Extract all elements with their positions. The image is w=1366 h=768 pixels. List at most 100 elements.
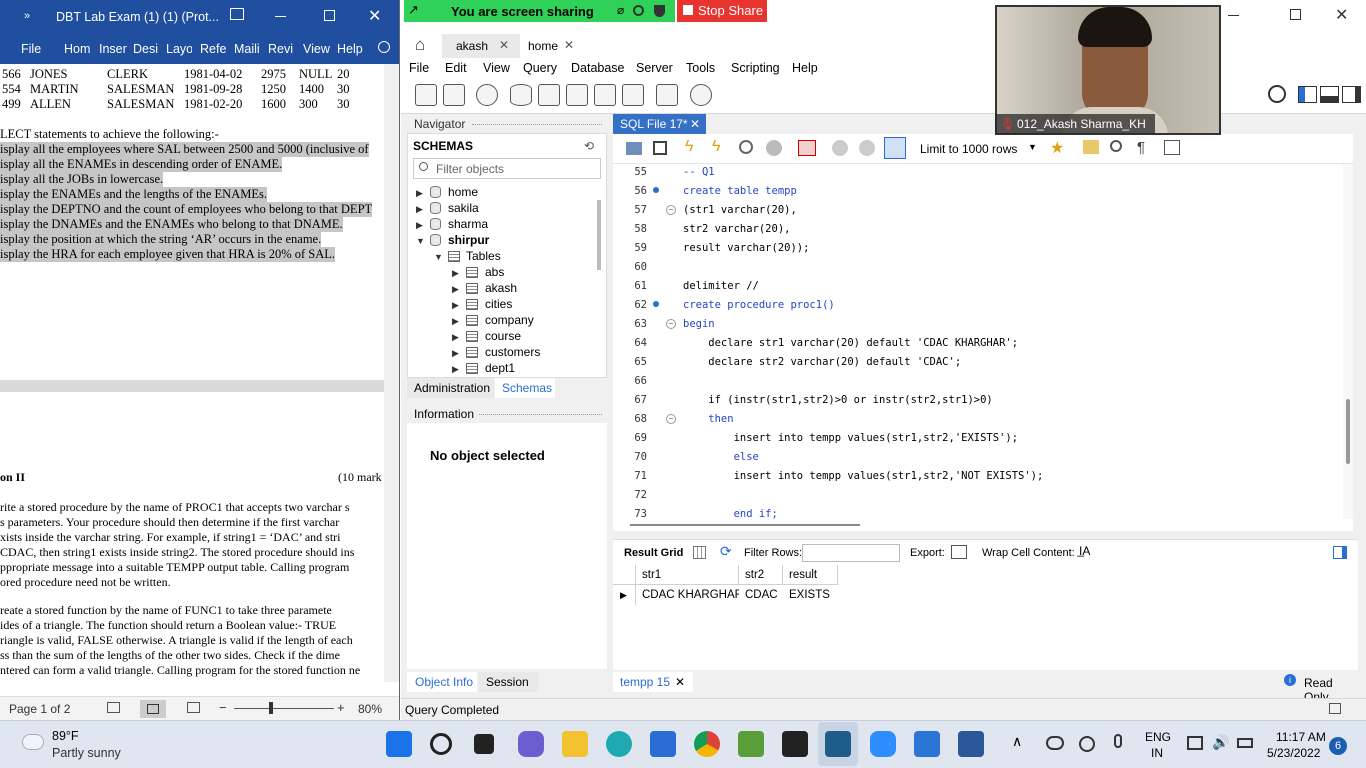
- clock-time[interactable]: 11:17 AM: [1276, 730, 1326, 744]
- scroll-thumb[interactable]: [630, 524, 860, 526]
- column-header[interactable]: result: [783, 565, 838, 585]
- new-sql-tab-icon[interactable]: [415, 84, 437, 106]
- home-icon[interactable]: ⌂: [415, 35, 425, 55]
- table-item[interactable]: dept1: [485, 361, 515, 375]
- weather-icon[interactable]: [22, 734, 44, 750]
- table-item[interactable]: company: [485, 313, 534, 327]
- expand-arrow-icon[interactable]: ▶: [452, 364, 459, 375]
- table-cell[interactable]: CDAC: [739, 585, 783, 605]
- toggle-sidebar-icon[interactable]: [1298, 86, 1317, 103]
- fold-icon[interactable]: −: [666, 205, 676, 215]
- expand-arrow-icon[interactable]: ▶: [452, 316, 459, 327]
- display-icon[interactable]: [1187, 736, 1203, 750]
- chart-app-icon[interactable]: [738, 731, 764, 757]
- create-schema-icon[interactable]: [510, 84, 532, 106]
- close-icon[interactable]: ✕: [564, 38, 574, 52]
- lightbulb-icon[interactable]: [378, 41, 390, 53]
- zoom-icon[interactable]: [870, 731, 896, 757]
- tables-node[interactable]: Tables: [466, 249, 501, 263]
- schema-item-sharma[interactable]: sharma: [448, 217, 488, 231]
- menu-query[interactable]: Query: [523, 61, 557, 75]
- refresh-icon[interactable]: ⟳: [720, 543, 732, 560]
- result-grid-label[interactable]: Result Grid: [624, 547, 683, 559]
- inspector-icon[interactable]: [476, 84, 498, 106]
- menu-database[interactable]: Database: [571, 61, 625, 75]
- schema-item-home[interactable]: home: [448, 185, 478, 199]
- word-maximize-button[interactable]: [324, 10, 335, 21]
- clock-date[interactable]: 5/23/2022: [1267, 746, 1320, 760]
- fold-icon[interactable]: −: [666, 319, 676, 329]
- add-snippet-icon[interactable]: ★: [1050, 138, 1064, 158]
- navigator-scrollbar[interactable]: [597, 200, 601, 270]
- close-icon[interactable]: ✕: [675, 675, 685, 689]
- wb-minimize-button[interactable]: [1228, 15, 1239, 16]
- search-icon[interactable]: [430, 733, 452, 755]
- grid-icon[interactable]: [693, 546, 706, 559]
- table-item[interactable]: akash: [485, 281, 517, 295]
- toggle-result-panel-icon[interactable]: [1333, 546, 1347, 559]
- invisible-chars-icon[interactable]: ¶: [1137, 139, 1145, 156]
- ribbon-tab-insert[interactable]: Inser: [99, 42, 127, 56]
- mysql-workbench-icon[interactable]: [825, 731, 851, 757]
- toggle-output-icon[interactable]: [1320, 86, 1339, 103]
- teams-chat-icon[interactable]: [518, 731, 544, 757]
- filter-rows-input[interactable]: [802, 544, 900, 562]
- rollback-icon[interactable]: [859, 140, 875, 156]
- explain-icon[interactable]: [739, 140, 753, 154]
- schema-item-shirpur[interactable]: shirpur: [448, 233, 489, 247]
- sql-editor[interactable]: 55 -- Q1 56 create table tempp 57 − (str…: [613, 164, 1343, 519]
- ribbon-tab-mailings[interactable]: Maili: [234, 42, 262, 56]
- menu-scripting[interactable]: Scripting: [731, 61, 780, 75]
- menu-help[interactable]: Help: [792, 61, 818, 75]
- wb-close-button[interactable]: ✕: [1335, 5, 1348, 25]
- web-layout-icon[interactable]: [187, 702, 200, 713]
- tab-sql-file[interactable]: SQL File 17* ✕: [613, 114, 706, 134]
- open-file-icon[interactable]: [626, 142, 642, 155]
- word-close-button[interactable]: ✕: [368, 6, 381, 26]
- execute-icon[interactable]: ϟ: [685, 138, 693, 156]
- network-icon[interactable]: [1046, 736, 1064, 750]
- editor-horizontal-scrollbar[interactable]: [613, 519, 1353, 531]
- reconnect-icon[interactable]: [690, 84, 712, 106]
- editor-vertical-scrollbar[interactable]: [1343, 164, 1353, 519]
- zoom-level[interactable]: 80%: [358, 702, 382, 716]
- toggle-secondary-sidebar-icon[interactable]: [1342, 86, 1361, 103]
- row-selector-icon[interactable]: ▶: [613, 585, 636, 605]
- table-item[interactable]: abs: [485, 265, 504, 279]
- stop-icon[interactable]: [766, 140, 782, 156]
- tab-home[interactable]: home ✕: [523, 34, 581, 58]
- close-icon[interactable]: ✕: [499, 38, 509, 52]
- wb-maximize-button[interactable]: [1290, 9, 1301, 20]
- wrap-cell-icon[interactable]: I̲A: [1079, 544, 1090, 558]
- output-icon[interactable]: [1329, 703, 1341, 714]
- create-function-icon[interactable]: [622, 84, 644, 106]
- document-page-1[interactable]: 566 JONES CLERK 1981-04-02 2975 NULL 20 554 MAR…: [0, 64, 384, 380]
- search-table-data-icon[interactable]: [656, 84, 678, 106]
- weather-desc[interactable]: Partly sunny: [52, 746, 121, 760]
- table-cell[interactable]: EXISTS: [783, 585, 838, 605]
- limit-rows-select[interactable]: Limit to 1000 rows ▼: [915, 139, 1037, 159]
- beautify-icon[interactable]: [1083, 140, 1099, 154]
- menu-tools[interactable]: Tools: [686, 61, 715, 75]
- commit-icon[interactable]: [832, 140, 848, 156]
- menu-edit[interactable]: Edit: [445, 61, 467, 75]
- gear-icon[interactable]: [1268, 85, 1286, 103]
- page-count[interactable]: Page 1 of 2: [9, 702, 70, 716]
- ribbon-tab-help[interactable]: Help: [337, 42, 365, 56]
- photos-icon[interactable]: [914, 731, 940, 757]
- ribbon-tab-references[interactable]: Refe: [200, 42, 227, 56]
- schema-item-sakila[interactable]: sakila: [448, 201, 479, 215]
- expand-arrow-icon[interactable]: ▶: [452, 268, 459, 279]
- collapse-arrow-icon[interactable]: ▼: [434, 252, 443, 262]
- chrome-icon[interactable]: [694, 731, 720, 757]
- expand-arrow-icon[interactable]: ▶: [452, 284, 459, 295]
- execute-current-icon[interactable]: ϟ: [712, 138, 720, 156]
- table-item[interactable]: course: [485, 329, 521, 343]
- table-item[interactable]: cities: [485, 297, 512, 311]
- table-cell[interactable]: CDAC KHARGHAR: [636, 585, 739, 605]
- document-page-2[interactable]: on II (10 mark rite a stored procedure b…: [0, 392, 384, 682]
- collapse-arrow-icon[interactable]: ▼: [416, 236, 425, 246]
- export-icon[interactable]: [951, 545, 967, 559]
- column-header[interactable]: str2: [739, 565, 783, 585]
- zoom-out-button[interactable]: −: [219, 700, 227, 715]
